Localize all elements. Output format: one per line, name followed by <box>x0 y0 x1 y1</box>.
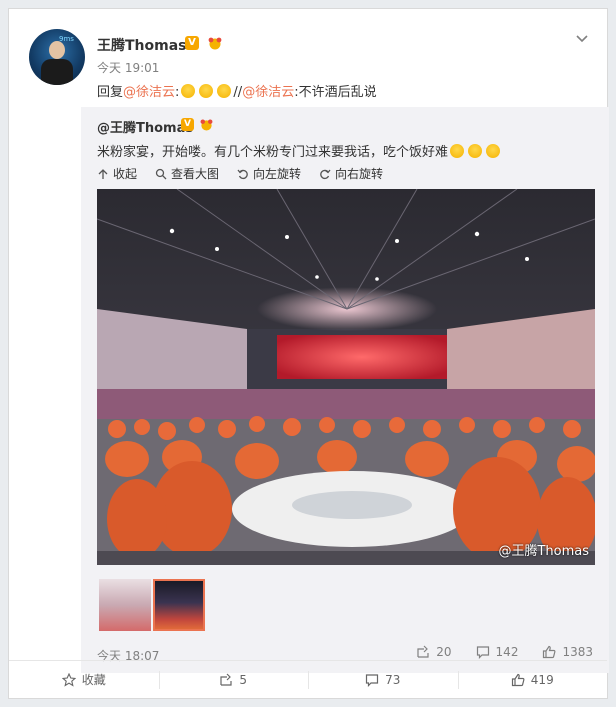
verified-badge-icon[interactable]: V <box>181 118 194 131</box>
banquet-scene <box>97 189 595 565</box>
quoted-forward-button[interactable]: 20 <box>416 645 452 659</box>
thumbs-up-icon <box>511 673 525 686</box>
collapse-label: 收起 <box>113 167 138 181</box>
rotate-left-button[interactable]: 向左旋转 <box>237 165 301 182</box>
rotate-right-label: 向右旋转 <box>335 167 384 181</box>
emoji-icon <box>468 144 483 158</box>
collapse-button[interactable]: 收起 <box>97 165 137 182</box>
avatar-body <box>41 59 73 85</box>
magnifier-icon <box>155 168 167 179</box>
rotate-right-button[interactable]: 向右旋转 <box>319 165 383 182</box>
star-icon <box>61 672 76 687</box>
quoted-comment-button[interactable]: 142 <box>476 645 519 659</box>
view-large-button[interactable]: 查看大图 <box>155 165 219 182</box>
action-bar: 收藏 5 73 419 <box>9 660 607 698</box>
username-link[interactable]: 王腾Thomas <box>97 35 187 55</box>
forward-icon <box>417 645 429 658</box>
quoted-text-body: 米粉家宴，开始喽。有几个米粉专门过来要我话，吃个饭好难 <box>97 145 449 160</box>
chevron-down-icon[interactable] <box>575 31 589 45</box>
reply-text: :不许酒后乱说 <box>294 85 377 100</box>
quoted-like-button[interactable]: 1383 <box>542 645 593 659</box>
thumbnail[interactable] <box>99 579 151 631</box>
image-toolbar: 收起 查看大图 向左旋转 向右旋转 <box>97 165 383 182</box>
comment-count: 73 <box>385 672 401 687</box>
forward-button[interactable]: 5 <box>158 661 309 698</box>
forward-icon <box>220 673 233 686</box>
post-time[interactable]: 今天 19:01 <box>97 59 159 76</box>
quoted-like-count: 1383 <box>562 645 593 659</box>
arrow-up-icon <box>98 168 108 179</box>
avatar[interactable]: 9ms <box>29 29 85 85</box>
quoted-forward-count: 20 <box>436 645 452 659</box>
emoji-icon <box>199 84 214 98</box>
comment-icon <box>366 673 379 687</box>
quoted-post: @王腾Thomas V 米粉家宴，开始喽。有几个米粉专门过来要我话，吃个饭好难 … <box>81 107 609 673</box>
medal-icon[interactable] <box>199 118 214 131</box>
emoji-icon <box>450 144 465 158</box>
quoted-username-link[interactable]: @王腾Thomas <box>97 117 193 136</box>
rotate-left-label: 向左旋转 <box>253 167 302 181</box>
medal-icon[interactable] <box>207 36 223 50</box>
mention-link[interactable]: @徐洁云 <box>123 85 175 100</box>
thumbs-up-icon <box>543 645 556 659</box>
quoted-stats: 20 142 1383 <box>416 645 593 659</box>
like-count: 419 <box>530 672 554 687</box>
favorite-label: 收藏 <box>81 673 106 687</box>
view-large-label: 查看大图 <box>171 167 220 181</box>
verified-badge-icon[interactable]: V <box>185 36 199 50</box>
forward-count: 5 <box>239 672 248 687</box>
rotate-right-icon <box>320 169 331 179</box>
reply-prefix: 回复 <box>97 85 124 100</box>
photo-watermark: @王腾Thomas <box>498 544 589 559</box>
avatar-head <box>49 41 65 59</box>
post-text: 回复@徐洁云://@徐洁云:不许酒后乱说 <box>97 84 377 100</box>
emoji-icon <box>486 144 501 158</box>
banquet-photo[interactable]: @王腾Thomas <box>97 189 595 565</box>
emoji-icon <box>181 84 196 98</box>
quoted-text: 米粉家宴，开始喽。有几个米粉专门过来要我话，吃个饭好难 <box>97 141 502 160</box>
quoted-comment-count: 142 <box>495 645 519 659</box>
comment-icon <box>476 646 489 659</box>
comment-button[interactable]: 73 <box>308 661 458 698</box>
mention-link[interactable]: @徐洁云 <box>242 85 294 100</box>
weibo-card: 9ms 王腾Thomas V 今天 19:01 回复@徐洁云://@徐洁云:不许… <box>8 8 609 699</box>
like-button[interactable]: 419 <box>457 661 608 698</box>
favorite-button[interactable]: 收藏 <box>9 661 159 698</box>
thumbnail-selected[interactable] <box>153 579 205 631</box>
emoji-icon <box>217 84 232 98</box>
separator: // <box>233 85 243 100</box>
rotate-left-icon <box>237 169 248 179</box>
